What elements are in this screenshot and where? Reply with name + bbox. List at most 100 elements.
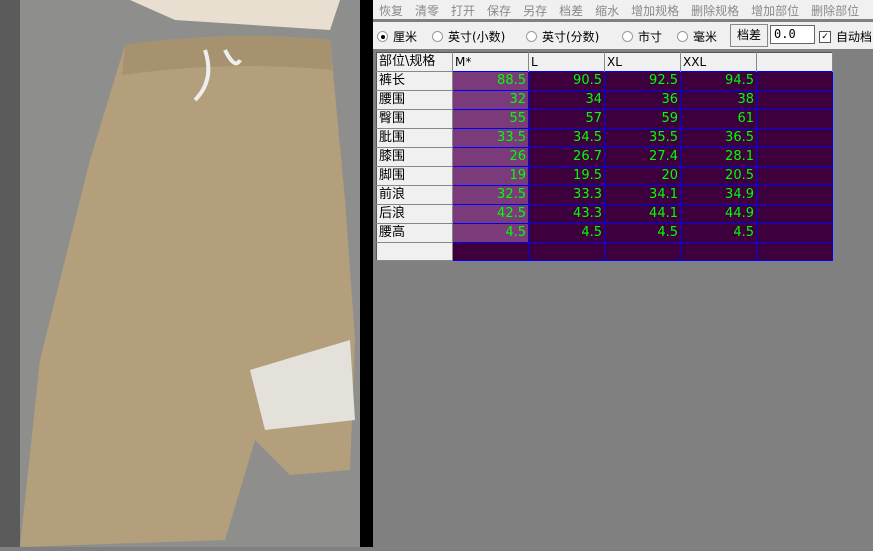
restore-button[interactable]: 恢复 (379, 3, 403, 19)
empty-cell[interactable] (756, 242, 833, 261)
product-photo-khaki-pants (0, 0, 360, 547)
size-cell[interactable]: 42.5 (452, 204, 529, 224)
table-row: 腰高 4.5 4.5 4.5 4.5 (376, 223, 833, 243)
size-cell[interactable]: 44.1 (604, 204, 681, 224)
size-header[interactable]: L (528, 52, 605, 72)
size-cell[interactable]: 38 (680, 90, 757, 110)
size-header[interactable]: XXL (680, 52, 757, 72)
empty-cell[interactable] (756, 128, 833, 148)
empty-cell[interactable] (756, 223, 833, 243)
size-cell[interactable]: 4.5 (680, 223, 757, 243)
delete-size-button[interactable]: 删除规格 (691, 3, 739, 19)
size-cell[interactable]: 34 (528, 90, 605, 110)
size-grading-app: 恢复 清零 打开 保存 另存 档差 缩水 增加规格 删除规格 增加部位 删除部位 厘米 英寸(小数)… (373, 0, 873, 547)
table-row: 后浪 42.5 43.3 44.1 44.9 (376, 204, 833, 224)
size-cell[interactable]: 34.9 (680, 185, 757, 205)
header-row: 部位\规格 M* L XL XXL (376, 52, 833, 72)
grade-button[interactable]: 档差 (730, 24, 768, 47)
save-button[interactable]: 保存 (487, 3, 511, 19)
size-cell[interactable]: 36 (604, 90, 681, 110)
size-cell[interactable]: 32 (452, 90, 529, 110)
radio-label: 厘米 (393, 30, 418, 44)
radio-icon (432, 31, 443, 42)
empty-cell[interactable] (680, 242, 757, 261)
radio-label: 英寸(分数) (542, 30, 600, 44)
size-cell[interactable]: 4.5 (604, 223, 681, 243)
size-cell[interactable]: 28.1 (680, 147, 757, 167)
table-row: 裤长 88.5 90.5 92.5 94.5 (376, 71, 833, 91)
delete-part-button[interactable]: 删除部位 (811, 3, 859, 19)
size-cell[interactable]: 33.3 (528, 185, 605, 205)
part-label: 脚围 (376, 166, 453, 186)
size-cell[interactable]: 19 (452, 166, 529, 186)
radio-mm[interactable]: 毫米 (677, 28, 717, 45)
shrink-button[interactable]: 缩水 (595, 3, 619, 19)
size-cell[interactable]: 26.7 (528, 147, 605, 167)
empty-cell[interactable] (756, 147, 833, 167)
radio-inch-fraction[interactable]: 英寸(分数) (526, 28, 599, 45)
empty-cell[interactable] (756, 185, 833, 205)
radio-label: 毫米 (693, 30, 718, 44)
part-label: 前浪 (376, 185, 453, 205)
part-label-empty[interactable] (376, 242, 453, 261)
add-part-button[interactable]: 增加部位 (751, 3, 799, 19)
radio-icon (622, 31, 633, 42)
empty-cell[interactable] (756, 166, 833, 186)
part-label: 腰高 (376, 223, 453, 243)
size-cell[interactable]: 35.5 (604, 128, 681, 148)
size-cell[interactable]: 20 (604, 166, 681, 186)
size-header[interactable]: XL (604, 52, 681, 72)
size-cell[interactable]: 61 (680, 109, 757, 129)
empty-cell[interactable] (604, 242, 681, 261)
size-cell[interactable]: 88.5 (452, 71, 529, 91)
add-size-button[interactable]: 增加规格 (631, 3, 679, 19)
empty-cell[interactable] (756, 109, 833, 129)
open-button[interactable]: 打开 (451, 3, 475, 19)
size-header[interactable]: M* (452, 52, 529, 72)
size-cell[interactable]: 33.5 (452, 128, 529, 148)
empty-cell[interactable] (756, 90, 833, 110)
size-cell[interactable]: 57 (528, 109, 605, 129)
empty-cell[interactable] (528, 242, 605, 261)
size-cell[interactable]: 27.4 (604, 147, 681, 167)
size-cell[interactable]: 4.5 (452, 223, 529, 243)
size-header[interactable] (756, 52, 833, 72)
size-cell[interactable]: 19.5 (528, 166, 605, 186)
size-cell[interactable]: 4.5 (528, 223, 605, 243)
size-cell[interactable]: 26 (452, 147, 529, 167)
table-row: 肶围 33.5 34.5 35.5 36.5 (376, 128, 833, 148)
radio-label: 英寸(小数) (448, 30, 506, 44)
empty-cell[interactable] (756, 204, 833, 224)
size-table: 部位\规格 M* L XL XXL 裤长 88.5 90.5 92.5 94.5 腰围 32 34 36 3… (376, 52, 833, 261)
clear-button[interactable]: 清零 (415, 3, 439, 19)
auto-grade-checkbox[interactable]: ✓ 自动档 (819, 28, 872, 45)
size-cell[interactable]: 32.5 (452, 185, 529, 205)
radio-icon (677, 31, 688, 42)
size-cell[interactable]: 55 (452, 109, 529, 129)
size-cell[interactable]: 20.5 (680, 166, 757, 186)
size-cell[interactable]: 44.9 (680, 204, 757, 224)
radio-label: 市寸 (638, 30, 663, 44)
radio-icon (526, 31, 537, 42)
empty-cell[interactable] (452, 242, 529, 261)
radio-shicun[interactable]: 市寸 (622, 28, 662, 45)
part-label: 腰围 (376, 90, 453, 110)
grade-input[interactable]: 0.0 (770, 25, 815, 44)
size-cell[interactable]: 92.5 (604, 71, 681, 91)
empty-cell[interactable] (756, 71, 833, 91)
table-row: 脚围 19 19.5 20 20.5 (376, 166, 833, 186)
grade-diff-button[interactable]: 档差 (559, 3, 583, 19)
radio-inch-decimal[interactable]: 英寸(小数) (432, 28, 505, 45)
table-row: 腰围 32 34 36 38 (376, 90, 833, 110)
size-cell[interactable]: 43.3 (528, 204, 605, 224)
size-cell[interactable]: 36.5 (680, 128, 757, 148)
size-cell[interactable]: 94.5 (680, 71, 757, 91)
save-as-button[interactable]: 另存 (523, 3, 547, 19)
size-cell[interactable]: 90.5 (528, 71, 605, 91)
size-cell[interactable]: 59 (604, 109, 681, 129)
radio-cm[interactable]: 厘米 (377, 28, 417, 45)
size-cell[interactable]: 34.5 (528, 128, 605, 148)
unit-options: 厘米 英寸(小数) 英寸(分数) 市寸 毫米 档差 0.0 ✓ 自动档 (373, 22, 873, 49)
size-cell[interactable]: 34.1 (604, 185, 681, 205)
part-label: 臀围 (376, 109, 453, 129)
